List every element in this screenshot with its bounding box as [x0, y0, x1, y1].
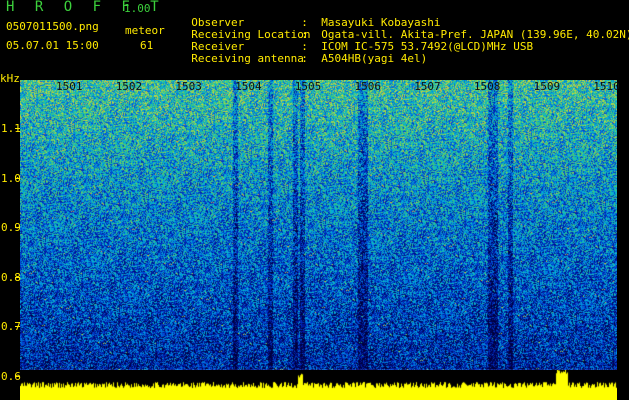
x-tick-label: 1507	[414, 80, 441, 93]
y-tick-mark	[15, 326, 20, 327]
x-tick-label: 1503	[175, 80, 202, 93]
info-separator: :	[301, 52, 308, 65]
amplitude-trace	[20, 370, 617, 400]
x-tick-label: 1502	[115, 80, 143, 93]
info-label: Receiving antenna	[191, 52, 304, 65]
y-tick-mark	[15, 128, 20, 129]
capture-datetime: 05.07.01 15:00	[6, 39, 99, 52]
x-tick-label: 1508	[473, 80, 501, 93]
x-tick-label: 1510	[593, 80, 620, 93]
y-tick-mark	[15, 276, 20, 278]
meteor-count: 61	[140, 39, 154, 52]
x-tick-label: 1504	[235, 80, 262, 93]
y-tick-mark	[15, 375, 20, 377]
x-tick-label: 1505	[294, 80, 322, 93]
spectrogram-waterfall	[20, 80, 617, 384]
x-tick-label: 1501	[56, 80, 83, 93]
info-row-antenna: Receiving antenna: A504HB(yagi 4el)	[178, 41, 427, 65]
meteor-label: meteor	[125, 24, 165, 37]
app-version: 1.00	[124, 2, 151, 15]
y-axis-unit: kHz	[0, 72, 20, 85]
file-name: 0507011500.png	[6, 20, 99, 33]
x-tick-label: 1509	[533, 80, 561, 93]
info-value: A504HB(yagi 4el)	[321, 52, 428, 65]
y-tick-mark	[15, 227, 20, 228]
x-tick-label: 1506	[354, 80, 382, 93]
y-tick-mark	[15, 177, 20, 179]
